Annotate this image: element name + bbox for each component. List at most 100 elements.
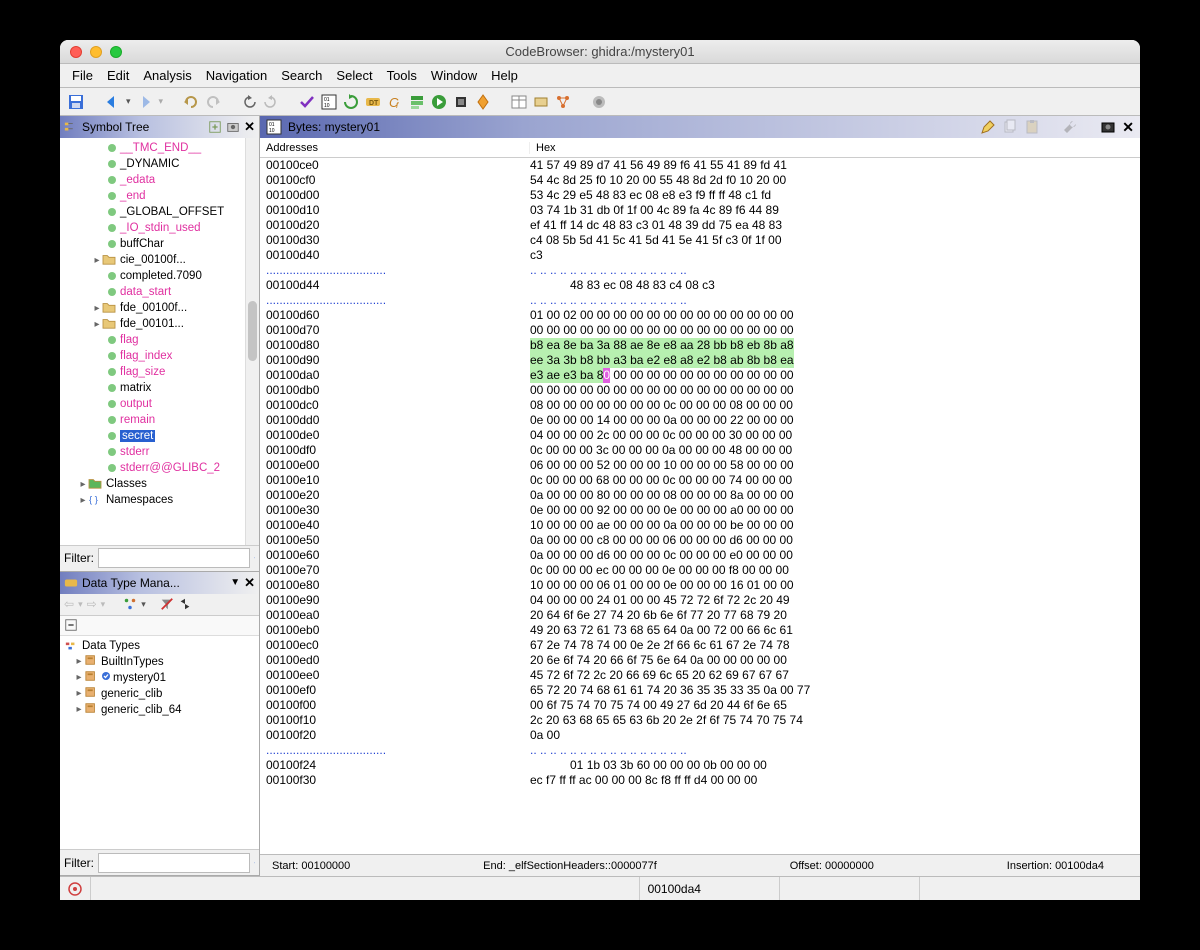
dropdown-icon[interactable]: ▼ xyxy=(230,577,240,588)
close-panel-icon[interactable]: ✕ xyxy=(244,575,255,591)
redo-all-icon[interactable] xyxy=(263,94,279,110)
menu-window[interactable]: Window xyxy=(431,68,477,83)
hex-row[interactable]: 00100db000 00 00 00 00 00 00 00 00 00 00… xyxy=(266,383,1140,398)
tree-row[interactable]: ▸cie_00100f... xyxy=(60,252,259,268)
tree-row[interactable]: matrix xyxy=(60,380,259,396)
hex-row[interactable]: 00100e600a 00 00 00 d6 00 00 00 0c 00 00… xyxy=(266,548,1140,563)
hex-row[interactable]: 00100f102c 20 63 68 65 65 63 6b 20 2e 2f… xyxy=(266,713,1140,728)
run-icon[interactable] xyxy=(431,94,447,110)
hex-row[interactable]: 00100d20ef 41 ff 14 dc 48 83 c3 01 48 39… xyxy=(266,218,1140,233)
menu-select[interactable]: Select xyxy=(336,68,372,83)
tree-row[interactable]: completed.7090 xyxy=(60,268,259,284)
addresses-column-header[interactable]: Addresses xyxy=(260,142,530,154)
tree-row[interactable]: ▸fde_00100f... xyxy=(60,300,259,316)
hex-row[interactable]: 00100dd00e 00 00 00 14 00 00 00 0a 00 00… xyxy=(266,413,1140,428)
hex-row[interactable]: 00100f200a 00 xyxy=(266,728,1140,743)
close-panel-icon[interactable]: ✕ xyxy=(1122,119,1134,136)
hex-row[interactable]: 00100f24 01 1b 03 3b 60 00 00 00 0b 00 0… xyxy=(266,758,1140,773)
tree-row[interactable]: ▸BuiltInTypes xyxy=(60,654,259,670)
tree-row[interactable]: ▸mystery01 xyxy=(60,670,259,686)
menu-analysis[interactable]: Analysis xyxy=(143,68,191,83)
tree-icon[interactable] xyxy=(123,597,137,611)
tree-row[interactable]: _DYNAMIC xyxy=(60,156,259,172)
dtm-tree[interactable]: Data Types▸BuiltInTypes▸mystery01▸generi… xyxy=(60,636,259,849)
function-icon[interactable]: Cf xyxy=(387,94,403,110)
edit-icon[interactable] xyxy=(980,119,996,135)
hex-row[interactable]: 00100ef065 72 20 74 68 61 61 74 20 36 35… xyxy=(266,683,1140,698)
hex-row[interactable]: ...................................... .… xyxy=(266,743,1140,758)
refresh-icon[interactable] xyxy=(343,94,359,110)
tree-row[interactable]: flag_size xyxy=(60,364,259,380)
save-icon[interactable] xyxy=(68,94,84,110)
target-icon[interactable] xyxy=(67,881,83,897)
hex-row[interactable]: 00100d80b8 ea 8e ba 3a 88 ae 8e e8 aa 28… xyxy=(266,338,1140,353)
datatype-icon[interactable]: DT xyxy=(365,94,381,110)
tree-row[interactable]: __TMC_END__ xyxy=(60,140,259,156)
memory-icon[interactable] xyxy=(533,94,549,110)
hex-row[interactable]: 00100ed020 6e 6f 74 20 66 6f 75 6e 64 0a… xyxy=(266,653,1140,668)
bookmark-icon[interactable] xyxy=(475,94,491,110)
binary-icon[interactable]: 0110 xyxy=(321,94,337,110)
filter-input[interactable] xyxy=(98,548,250,568)
tree-row[interactable]: buffChar xyxy=(60,236,259,252)
hex-row[interactable]: 00100ea020 64 6f 6e 27 74 20 6b 6e 6f 77… xyxy=(266,608,1140,623)
back-icon[interactable]: ⇦ xyxy=(64,597,74,611)
tree-row[interactable]: remain xyxy=(60,412,259,428)
forward-icon[interactable] xyxy=(137,94,153,110)
hex-row[interactable]: 00100d90ee 3a 3b b8 bb a3 ba e2 e8 a8 e2… xyxy=(266,353,1140,368)
menu-navigation[interactable]: Navigation xyxy=(206,68,267,83)
hex-row[interactable]: 00100d0053 4c 29 e5 48 83 ec 08 e8 e3 f9… xyxy=(266,188,1140,203)
tree-row[interactable]: _edata xyxy=(60,172,259,188)
tree-row[interactable]: _GLOBAL_OFFSET xyxy=(60,204,259,220)
menu-tools[interactable]: Tools xyxy=(387,68,417,83)
hex-row[interactable]: ...................................... .… xyxy=(266,293,1140,308)
wrench-icon[interactable] xyxy=(1062,119,1078,135)
hex-row[interactable]: 00100e8010 00 00 00 06 01 00 00 0e 00 00… xyxy=(266,578,1140,593)
hex-row[interactable]: ...................................... .… xyxy=(266,263,1140,278)
processor-icon[interactable] xyxy=(453,94,469,110)
tree-row[interactable]: _IO_stdin_used xyxy=(60,220,259,236)
hex-row[interactable]: 00100e500a 00 00 00 c8 00 00 00 06 00 00… xyxy=(266,533,1140,548)
menu-file[interactable]: File xyxy=(72,68,93,83)
hex-row[interactable]: 00100eb049 20 63 72 61 73 68 65 64 0a 00… xyxy=(266,623,1140,638)
hex-column-header[interactable]: Hex xyxy=(530,142,1140,154)
hex-row[interactable]: 00100d30c4 08 5b 5d 41 5c 41 5d 41 5e 41… xyxy=(266,233,1140,248)
copy-icon[interactable] xyxy=(1002,119,1018,135)
tree-row[interactable]: ▸fde_00101... xyxy=(60,316,259,332)
tree-row[interactable]: Data Types xyxy=(60,638,259,654)
tree-row[interactable]: secret xyxy=(60,428,259,444)
hex-row[interactable]: 00100e0006 00 00 00 52 00 00 00 10 00 00… xyxy=(266,458,1140,473)
hex-row[interactable]: 00100e4010 00 00 00 ae 00 00 00 0a 00 00… xyxy=(266,518,1140,533)
back-icon[interactable] xyxy=(104,94,120,110)
hex-row[interactable]: 00100e700c 00 00 00 ec 00 00 00 0e 00 00… xyxy=(266,563,1140,578)
hex-row[interactable]: 00100de004 00 00 00 2c 00 00 00 0c 00 00… xyxy=(266,428,1140,443)
tree-row[interactable]: flag_index xyxy=(60,348,259,364)
strings-icon[interactable] xyxy=(409,94,425,110)
tree-row[interactable]: stderr@@GLIBC_2 xyxy=(60,460,259,476)
tree-row[interactable]: ▸{ }Namespaces xyxy=(60,492,259,508)
forward-icon[interactable]: ⇨ xyxy=(87,597,97,611)
filter-clear-icon[interactable] xyxy=(254,855,255,871)
hex-row[interactable]: 00100d6001 00 02 00 00 00 00 00 00 00 00… xyxy=(266,308,1140,323)
snapshot-icon[interactable] xyxy=(226,120,240,134)
menu-search[interactable]: Search xyxy=(281,68,322,83)
hex-row[interactable]: 00100cf054 4c 8d 25 f0 10 20 00 55 48 8d… xyxy=(266,173,1140,188)
undo-all-icon[interactable] xyxy=(241,94,257,110)
hex-row[interactable]: 00100e100c 00 00 00 68 00 00 00 0c 00 00… xyxy=(266,473,1140,488)
snapshot-icon[interactable] xyxy=(1100,119,1116,135)
tree-row[interactable]: ▸generic_clib xyxy=(60,686,259,702)
hex-row[interactable]: 00100ec067 2e 74 78 74 00 0e 2e 2f 66 6c… xyxy=(266,638,1140,653)
hex-row[interactable]: 00100df00c 00 00 00 3c 00 00 00 0a 00 00… xyxy=(266,443,1140,458)
hex-row[interactable]: 00100d1003 74 1b 31 db 0f 1f 00 4c 89 fa… xyxy=(266,203,1140,218)
hex-row[interactable]: 00100d44 48 83 ec 08 48 83 c4 08 c3 xyxy=(266,278,1140,293)
close-panel-icon[interactable]: ✕ xyxy=(244,119,255,135)
menu-edit[interactable]: Edit xyxy=(107,68,129,83)
hex-row[interactable]: 00100da0e3 ae e3 ba 80 00 00 00 00 00 00… xyxy=(266,368,1140,383)
filter-input[interactable] xyxy=(98,853,250,873)
menu-help[interactable]: Help xyxy=(491,68,518,83)
collapse-icon[interactable] xyxy=(208,120,222,134)
tree-row[interactable]: _end xyxy=(60,188,259,204)
tree-row[interactable]: ▸generic_clib_64 xyxy=(60,702,259,718)
tree-row[interactable]: flag xyxy=(60,332,259,348)
redo-icon[interactable] xyxy=(205,94,221,110)
